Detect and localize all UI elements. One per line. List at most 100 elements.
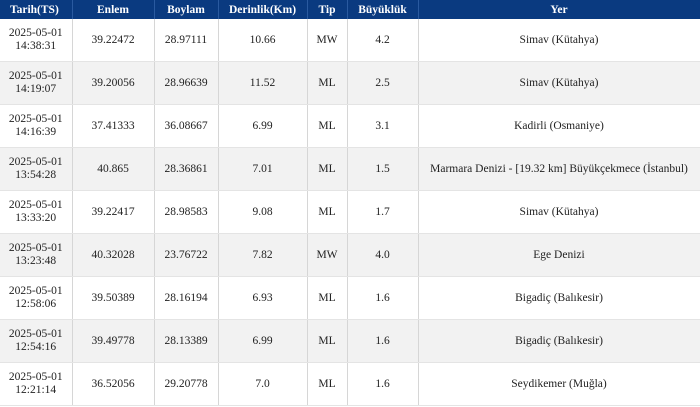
header-tarih[interactable]: Tarih(TS) [0,0,73,19]
table-row: 2025-05-01 12:54:16 39.49778 28.13389 6.9… [0,319,700,363]
cell-time: 13:23:48 [15,255,57,267]
cell-buyukluk: 1.6 [347,362,419,406]
cell-buyukluk: 1.6 [347,276,419,320]
cell-tip: ML [307,190,348,234]
cell-time: 12:54:16 [15,341,57,353]
cell-enlem: 36.52056 [72,362,155,406]
header-buyukluk[interactable]: Büyüklük [347,0,419,19]
cell-enlem: 39.22417 [72,190,155,234]
cell-yer: Kadirli (Osmaniye) [418,104,700,148]
cell-time: 14:19:07 [15,83,57,95]
cell-buyukluk: 1.5 [347,147,419,191]
cell-enlem: 39.49778 [72,319,155,363]
cell-derinlik: 11.52 [218,61,308,105]
cell-enlem: 39.50389 [72,276,155,320]
table-row: 2025-05-01 14:19:07 39.20056 28.96639 11.… [0,61,700,105]
cell-date: 2025-05-01 [8,27,63,39]
cell-time: 12:21:14 [15,384,57,396]
cell-derinlik: 7.82 [218,233,308,277]
cell-tip: MW [307,233,348,277]
cell-yer: Marmara Denizi - [19.32 km] Büyükçekmece… [418,147,700,191]
header-boylam[interactable]: Boylam [154,0,219,19]
table-body: 2025-05-01 14:38:31 39.22472 28.97111 10.… [0,19,700,406]
cell-enlem: 39.22472 [72,19,155,62]
cell-tip: ML [307,276,348,320]
cell-tarih: 2025-05-01 13:23:48 [0,233,73,277]
cell-boylam: 29.20778 [154,362,219,406]
cell-yer: Seydikemer (Muğla) [418,362,700,406]
cell-yer: Simav (Kütahya) [418,19,700,62]
cell-derinlik: 7.01 [218,147,308,191]
header-derinlik[interactable]: Derinlik(Km) [218,0,308,19]
cell-time: 13:33:20 [15,212,57,224]
cell-tarih: 2025-05-01 14:19:07 [0,61,73,105]
table-row: 2025-05-01 13:23:48 40.32028 23.76722 7.8… [0,233,700,277]
cell-boylam: 28.13389 [154,319,219,363]
cell-tip: ML [307,61,348,105]
header-tip[interactable]: Tip [307,0,348,19]
cell-yer: Bigadiç (Balıkesir) [418,319,700,363]
cell-tarih: 2025-05-01 12:58:06 [0,276,73,320]
cell-time: 14:38:31 [15,40,57,52]
table-row: 2025-05-01 14:38:31 39.22472 28.97111 10.… [0,19,700,62]
cell-tarih: 2025-05-01 14:16:39 [0,104,73,148]
cell-buyukluk: 4.2 [347,19,419,62]
table-row: 2025-05-01 13:54:28 40.865 28.36861 7.01 … [0,147,700,191]
cell-tarih: 2025-05-01 13:33:20 [0,190,73,234]
header-yer[interactable]: Yer [418,0,700,19]
cell-derinlik: 6.99 [218,319,308,363]
cell-enlem: 37.41333 [72,104,155,148]
earthquake-table: Tarih(TS) Enlem Boylam Derinlik(Km) Tip … [0,0,700,406]
cell-yer: Bigadiç (Balıkesir) [418,276,700,320]
cell-date: 2025-05-01 [8,70,63,82]
cell-date: 2025-05-01 [8,285,63,297]
cell-date: 2025-05-01 [8,242,63,254]
cell-derinlik: 7.0 [218,362,308,406]
header-enlem[interactable]: Enlem [72,0,155,19]
cell-enlem: 40.865 [72,147,155,191]
table-header: Tarih(TS) Enlem Boylam Derinlik(Km) Tip … [0,0,700,19]
cell-tip: ML [307,362,348,406]
cell-date: 2025-05-01 [8,199,63,211]
cell-date: 2025-05-01 [8,156,63,168]
cell-boylam: 28.16194 [154,276,219,320]
cell-time: 14:16:39 [15,126,57,138]
table-row: 2025-05-01 12:58:06 39.50389 28.16194 6.9… [0,276,700,320]
cell-time: 12:58:06 [15,298,57,310]
cell-boylam: 28.98583 [154,190,219,234]
cell-date: 2025-05-01 [8,113,63,125]
cell-date: 2025-05-01 [8,371,63,383]
cell-tip: ML [307,319,348,363]
cell-time: 13:54:28 [15,169,57,181]
cell-boylam: 28.96639 [154,61,219,105]
cell-derinlik: 6.93 [218,276,308,320]
cell-buyukluk: 3.1 [347,104,419,148]
cell-buyukluk: 1.7 [347,190,419,234]
cell-boylam: 28.36861 [154,147,219,191]
table-row: 2025-05-01 14:16:39 37.41333 36.08667 6.9… [0,104,700,148]
cell-yer: Simav (Kütahya) [418,190,700,234]
cell-buyukluk: 2.5 [347,61,419,105]
cell-boylam: 36.08667 [154,104,219,148]
table-row: 2025-05-01 12:21:14 36.52056 29.20778 7.0… [0,362,700,406]
cell-derinlik: 9.08 [218,190,308,234]
cell-tip: MW [307,19,348,62]
cell-boylam: 23.76722 [154,233,219,277]
cell-enlem: 39.20056 [72,61,155,105]
cell-tarih: 2025-05-01 12:54:16 [0,319,73,363]
table-row: 2025-05-01 13:33:20 39.22417 28.98583 9.0… [0,190,700,234]
cell-tarih: 2025-05-01 14:38:31 [0,19,73,62]
cell-boylam: 28.97111 [154,19,219,62]
cell-tip: ML [307,104,348,148]
cell-tip: ML [307,147,348,191]
cell-enlem: 40.32028 [72,233,155,277]
cell-derinlik: 10.66 [218,19,308,62]
cell-derinlik: 6.99 [218,104,308,148]
cell-buyukluk: 1.6 [347,319,419,363]
cell-yer: Simav (Kütahya) [418,61,700,105]
cell-tarih: 2025-05-01 12:21:14 [0,362,73,406]
cell-yer: Ege Denizi [418,233,700,277]
cell-date: 2025-05-01 [8,328,63,340]
cell-buyukluk: 4.0 [347,233,419,277]
cell-tarih: 2025-05-01 13:54:28 [0,147,73,191]
